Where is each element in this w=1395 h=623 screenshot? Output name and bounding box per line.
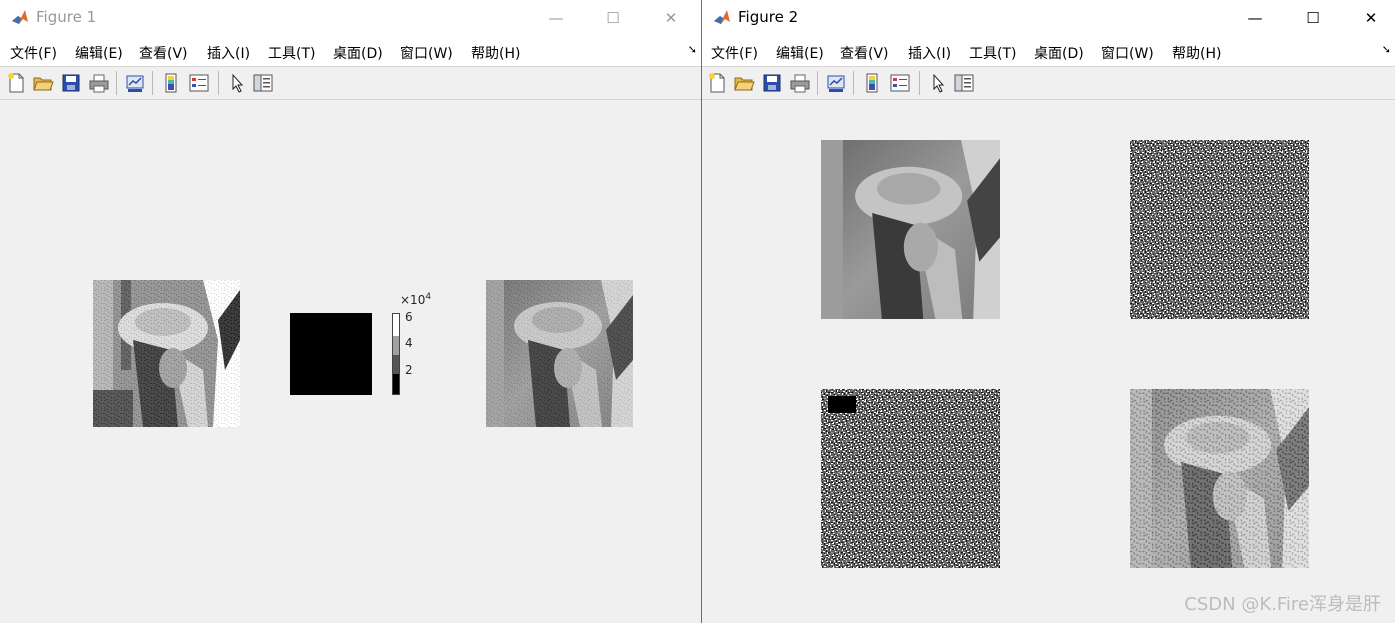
menu-window[interactable]: 窗口(W) [1101,43,1154,63]
figure-canvas [702,100,1395,623]
pointer-icon[interactable] [927,72,949,94]
link-plot-icon[interactable] [124,72,146,94]
menu-desktop[interactable]: 桌面(D) [333,43,383,63]
matlab-logo-icon [712,7,732,27]
menu-edit[interactable]: 编辑(E) [776,43,824,63]
menu-desktop[interactable]: 桌面(D) [1034,43,1084,63]
menu-insert[interactable]: 插入(I) [207,43,250,63]
minimize-button[interactable]: — [533,0,579,36]
original-image [821,140,1000,319]
quantized-image [93,280,240,427]
minimize-button[interactable]: — [1232,0,1278,36]
figure-1-window: Figure 1 — ☐ ✕ 文件(F) 编辑(E) 查看(V) 插入(I) 工… [0,0,701,623]
menu-bar: 文件(F) 编辑(E) 查看(V) 插入(I) 工具(T) 桌面(D) 窗口(W… [0,36,701,67]
new-figure-icon[interactable] [5,72,27,94]
maximize-button[interactable]: ☐ [1290,0,1336,36]
window-title: Figure 2 [738,8,799,26]
title-bar: Figure 1 — ☐ ✕ [0,0,701,36]
tampered-scrambled-image [821,389,1000,568]
toolbar-separator [817,71,818,95]
insert-legend-icon[interactable] [188,72,210,94]
insert-colorbar-icon[interactable] [861,72,883,94]
matlab-logo-icon [10,7,30,27]
figure-canvas: ×104 6 4 2 [0,100,701,623]
menu-window[interactable]: 窗口(W) [400,43,453,63]
menu-bar: 文件(F) 编辑(E) 查看(V) 插入(I) 工具(T) 桌面(D) 窗口(W… [702,36,1395,67]
open-file-icon[interactable] [733,72,755,94]
menu-edit[interactable]: 编辑(E) [75,43,123,63]
save-icon[interactable] [761,72,783,94]
colorbar-tick-label: 6 [405,310,413,324]
toolbar-separator [919,71,920,95]
figure-toolbar [702,67,1395,100]
save-icon[interactable] [60,72,82,94]
close-button[interactable]: ✕ [648,0,694,36]
figure-toolbar [0,67,701,100]
toolbar-separator [853,71,854,95]
print-icon[interactable] [789,72,811,94]
colorbar-tick-label: 4 [405,336,413,350]
figure-2-window: Figure 2 — ☐ ✕ 文件(F) 编辑(E) 查看(V) 插入(I) 工… [701,0,1395,623]
title-bar: Figure 2 — ☐ ✕ [702,0,1395,36]
watermark: CSDN @K.Fire浑身是肝 [1184,594,1381,615]
colorbar [392,313,400,395]
dock-arrow-icon[interactable]: ➘ [1382,43,1391,56]
property-inspector-icon[interactable] [252,72,274,94]
menu-file[interactable]: 文件(F) [711,43,758,63]
insert-colorbar-icon[interactable] [160,72,182,94]
colorbar-exponent-label: ×104 [400,292,432,307]
black-square-image [290,313,372,395]
scrambled-image [1130,140,1309,319]
menu-tools[interactable]: 工具(T) [969,43,1016,63]
maximize-button[interactable]: ☐ [590,0,636,36]
menu-insert[interactable]: 插入(I) [908,43,951,63]
open-file-icon[interactable] [32,72,54,94]
print-icon[interactable] [88,72,110,94]
close-button[interactable]: ✕ [1348,0,1394,36]
window-title: Figure 1 [36,8,97,26]
toolbar-separator [152,71,153,95]
dock-arrow-icon[interactable]: ➘ [688,43,697,56]
toolbar-separator [116,71,117,95]
menu-file[interactable]: 文件(F) [10,43,57,63]
new-figure-icon[interactable] [706,72,728,94]
menu-tools[interactable]: 工具(T) [268,43,315,63]
recovered-image [1130,389,1309,568]
insert-legend-icon[interactable] [889,72,911,94]
toolbar-separator [218,71,219,95]
menu-view[interactable]: 查看(V) [840,43,889,63]
menu-view[interactable]: 查看(V) [139,43,188,63]
colorbar-tick-label: 2 [405,363,413,377]
pointer-icon[interactable] [226,72,248,94]
property-inspector-icon[interactable] [953,72,975,94]
menu-help[interactable]: 帮助(H) [1172,43,1221,63]
link-plot-icon[interactable] [825,72,847,94]
grayscale-image [486,280,633,427]
menu-help[interactable]: 帮助(H) [471,43,520,63]
